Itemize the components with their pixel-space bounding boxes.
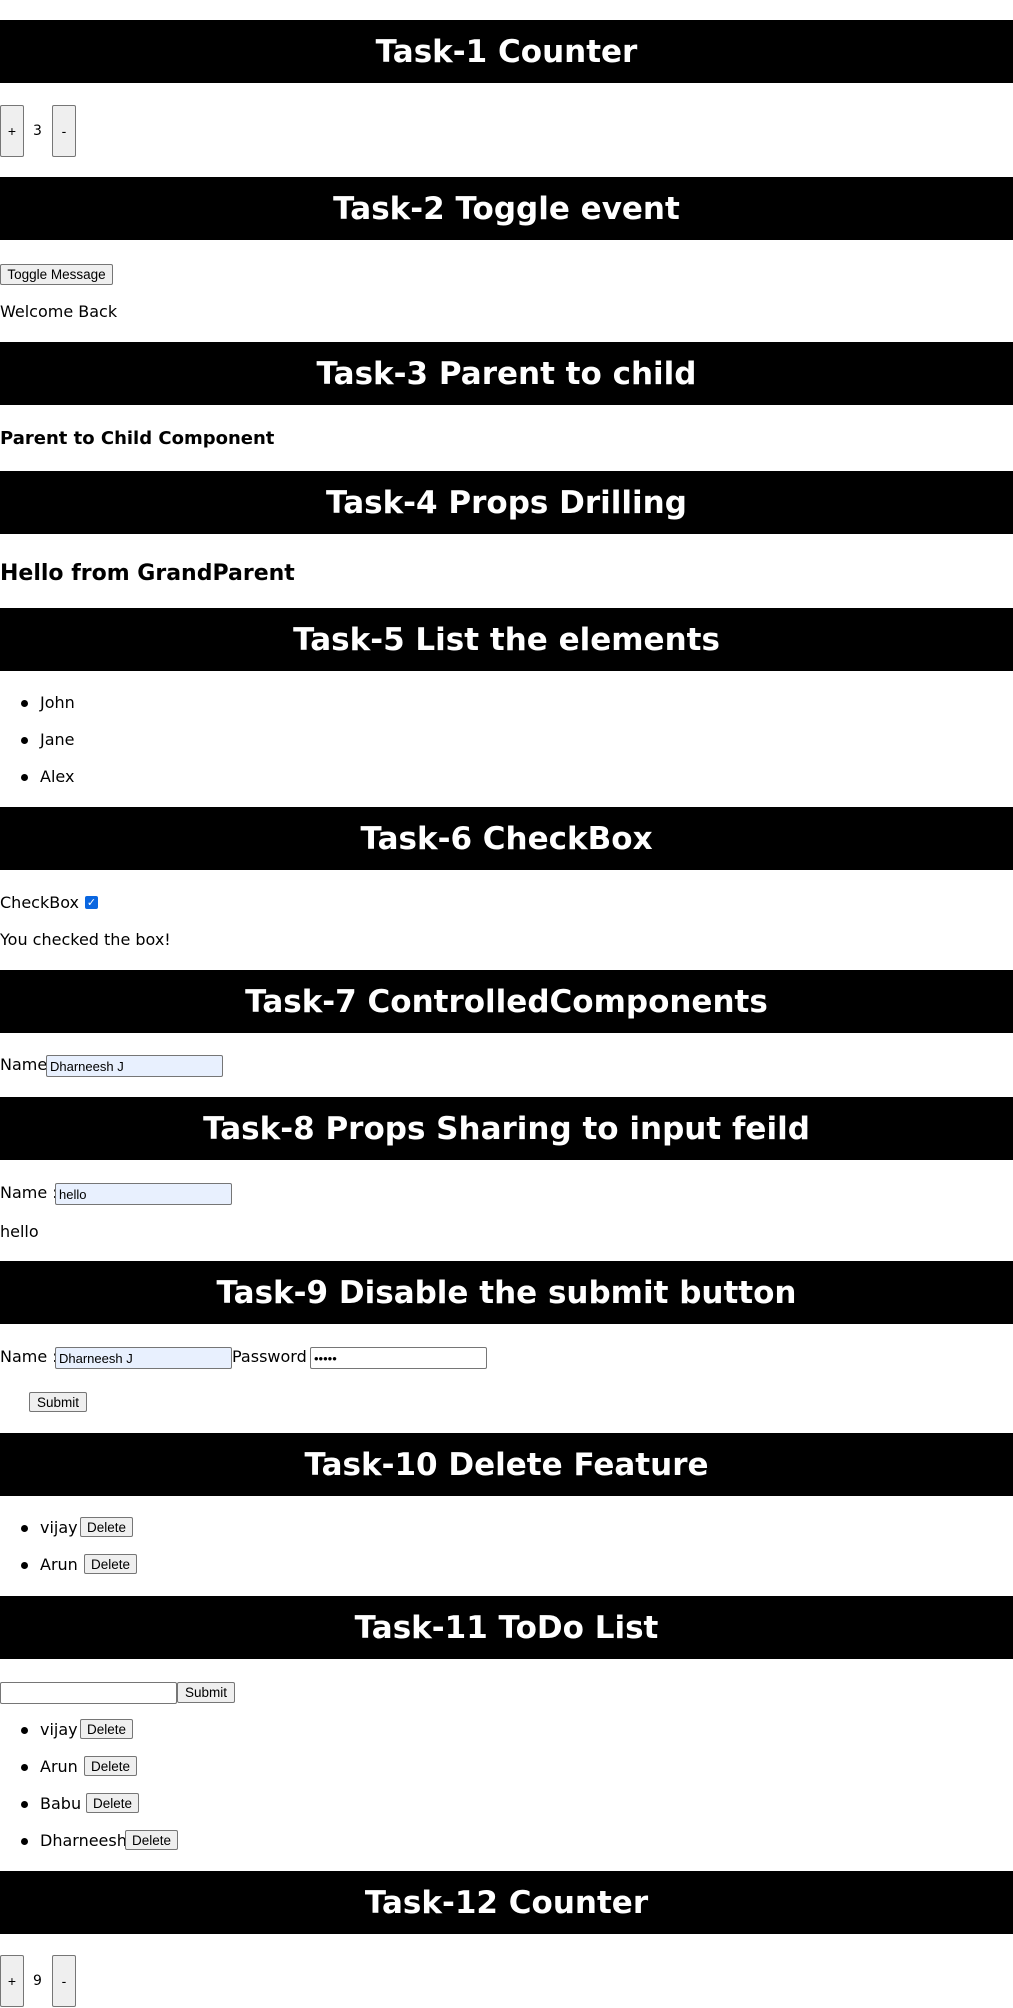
delete-button[interactable]: Delete xyxy=(86,1793,140,1813)
task-10-title: Task-10 Delete Feature xyxy=(304,1446,709,1483)
task-4-header: Task-4 Props Drilling xyxy=(0,471,1013,534)
task-6-title: Task-6 CheckBox xyxy=(360,820,653,857)
bullet-icon xyxy=(21,1801,28,1808)
decrement-button[interactable]: - xyxy=(52,105,76,157)
list-item-label: Arun xyxy=(40,1555,78,1574)
name-label: Name : xyxy=(0,1183,58,1202)
task-5-header: Task-5 List the elements xyxy=(0,608,1013,671)
bullet-icon xyxy=(21,774,28,781)
task-5-title: Task-5 List the elements xyxy=(293,621,720,658)
task-8-title: Task-8 Props Sharing to input feild xyxy=(203,1110,810,1147)
list-item-label: Dharneesh xyxy=(40,1831,127,1850)
grandparent-message: Hello from GrandParent xyxy=(0,561,295,586)
toggle-message-button[interactable]: Toggle Message xyxy=(0,264,113,285)
list-item-label: Jane xyxy=(40,730,75,749)
task-9-title: Task-9 Disable the submit button xyxy=(216,1274,797,1311)
todo-input[interactable] xyxy=(0,1682,177,1704)
decrement-button[interactable]: - xyxy=(52,1955,76,2007)
task-1-header: Task-1 Counter xyxy=(0,20,1013,83)
counter-value: 3 xyxy=(33,123,42,139)
list-item-label: vijay xyxy=(40,1518,78,1537)
bullet-icon xyxy=(21,1562,28,1569)
task-10-header: Task-10 Delete Feature xyxy=(0,1433,1013,1496)
list-item-label: Arun xyxy=(40,1757,78,1776)
password-label: Password : xyxy=(232,1347,318,1366)
agree-checkbox[interactable]: ✓ xyxy=(85,896,98,909)
list-item-label: John xyxy=(40,693,75,712)
task-2-title: Task-2 Toggle event xyxy=(333,190,680,227)
task-3-title: Task-3 Parent to child xyxy=(316,355,697,392)
delete-button[interactable]: Delete xyxy=(84,1554,138,1574)
name-input[interactable] xyxy=(55,1347,232,1369)
list-item-label: vijay xyxy=(40,1720,78,1739)
task-9-header: Task-9 Disable the submit button xyxy=(0,1261,1013,1324)
task-4-title: Task-4 Props Drilling xyxy=(326,484,687,521)
task-12-title: Task-12 Counter xyxy=(364,1884,649,1921)
increment-button[interactable]: + xyxy=(0,105,24,157)
task-11-header: Task-11 ToDo List xyxy=(0,1596,1013,1659)
bullet-icon xyxy=(21,1525,28,1532)
task-6-header: Task-6 CheckBox xyxy=(0,807,1013,870)
task-7-title: Task-7 ControlledComponents xyxy=(245,983,768,1020)
name-input[interactable] xyxy=(55,1183,232,1205)
bullet-icon xyxy=(21,1727,28,1734)
delete-button[interactable]: Delete xyxy=(80,1719,134,1739)
task-1-title: Task-1 Counter xyxy=(375,33,638,70)
bullet-icon xyxy=(21,1764,28,1771)
delete-button[interactable]: Delete xyxy=(84,1756,138,1776)
checkbox-message: You checked the box! xyxy=(0,930,171,949)
todo-submit-button[interactable]: Submit xyxy=(177,1682,235,1703)
checkbox-label: CheckBox : xyxy=(0,893,90,912)
increment-button[interactable]: + xyxy=(0,1955,24,2007)
name-input[interactable] xyxy=(46,1055,223,1077)
list-item-label: Alex xyxy=(40,767,75,786)
task-8-header: Task-8 Props Sharing to input feild xyxy=(0,1097,1013,1160)
name-label: Name: xyxy=(0,1055,53,1074)
task-3-header: Task-3 Parent to child xyxy=(0,342,1013,405)
name-label: Name : xyxy=(0,1347,58,1366)
password-input[interactable] xyxy=(310,1347,487,1369)
child-component-text: Parent to Child Component xyxy=(0,428,275,449)
counter-value: 9 xyxy=(33,1973,42,1989)
task-11-title: Task-11 ToDo List xyxy=(354,1609,659,1646)
bullet-icon xyxy=(21,1838,28,1845)
list-item-label: Babu xyxy=(40,1794,82,1813)
toggle-message-text: Welcome Back xyxy=(0,302,118,321)
delete-button[interactable]: Delete xyxy=(125,1830,179,1850)
task-12-header: Task-12 Counter xyxy=(0,1871,1013,1934)
task-7-header: Task-7 ControlledComponents xyxy=(0,970,1013,1033)
bullet-icon xyxy=(21,737,28,744)
delete-button[interactable]: Delete xyxy=(80,1517,134,1537)
bullet-icon xyxy=(21,700,28,707)
shared-input-output: hello xyxy=(0,1222,39,1241)
task-2-header: Task-2 Toggle event xyxy=(0,177,1013,240)
submit-button[interactable]: Submit xyxy=(29,1392,87,1412)
